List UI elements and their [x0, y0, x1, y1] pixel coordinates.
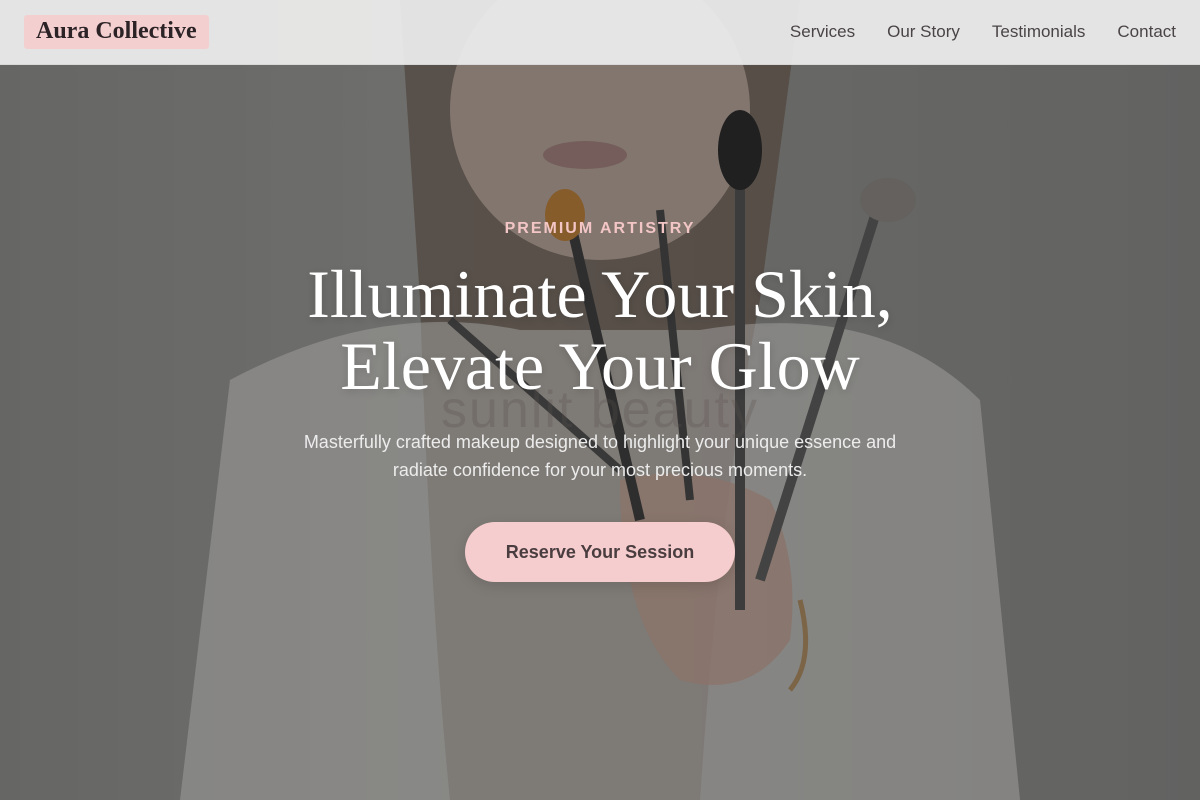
hero-section: PREMIUM ARTISTRY Illuminate Your Skin, E… [0, 0, 1200, 800]
hero-subtitle: Masterfully crafted makeup designed to h… [303, 432, 897, 480]
headline-line-1: Illuminate Your Skin, [307, 256, 893, 332]
reserve-session-button[interactable]: Reserve Your Session [465, 522, 735, 582]
hero-eyebrow: PREMIUM ARTISTRY [504, 220, 696, 237]
